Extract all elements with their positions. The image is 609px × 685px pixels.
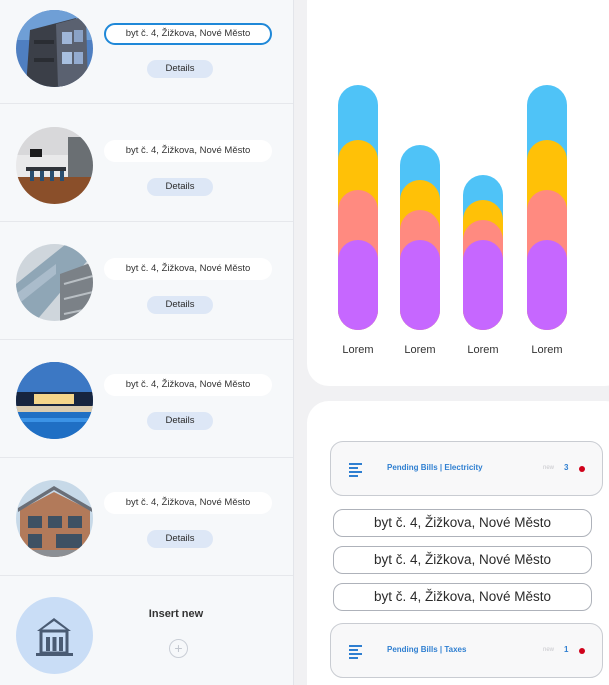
new-label: new <box>543 465 555 471</box>
bills-card: Pending Bills | Electricity new 3 byt č.… <box>307 401 609 685</box>
list-lines-icon <box>349 463 362 477</box>
property-list: byt č. 4, Žižkova, Nové Město Details by… <box>0 0 294 685</box>
property-item[interactable]: byt č. 4, Žižkova, Nové Město Details <box>0 0 293 104</box>
pending-bills-electricity[interactable]: Pending Bills | Electricity new 3 <box>330 441 603 496</box>
wooden-house-photo <box>16 480 93 557</box>
address-label[interactable]: byt č. 4, Žižkova, Nové Město <box>104 23 272 45</box>
bill-title: Pending Bills | Electricity <box>387 463 483 472</box>
stacked-bar-chart: Lorem Lorem Lorem Lorem <box>338 85 567 356</box>
address-label[interactable]: byt č. 4, Žižkova, Nové Město <box>104 374 272 396</box>
bar-segment <box>463 240 503 330</box>
details-button[interactable]: Details <box>147 412 213 430</box>
x-tick-label: Lorem <box>531 344 562 356</box>
chart-card: Lorem Lorem Lorem Lorem <box>307 0 609 386</box>
property-item[interactable]: byt č. 4, Žižkova, Nové Město Details <box>0 104 293 222</box>
x-tick-label: Lorem <box>467 344 498 356</box>
address-row[interactable]: byt č. 4, Žižkova, Nové Město <box>333 583 592 611</box>
address-label[interactable]: byt č. 4, Žižkova, Nové Město <box>104 140 272 162</box>
bill-title: Pending Bills | Taxes <box>387 645 467 654</box>
x-tick-label: Lorem <box>342 344 373 356</box>
details-button[interactable]: Details <box>147 60 213 78</box>
details-button[interactable]: Details <box>147 296 213 314</box>
bar-segment <box>527 240 567 330</box>
bar-segment <box>338 240 378 330</box>
details-button[interactable]: Details <box>147 178 213 196</box>
property-item[interactable]: byt č. 4, Žižkova, Nové Město Details <box>0 340 293 458</box>
details-button[interactable]: Details <box>147 530 213 548</box>
address-label[interactable]: byt č. 4, Žižkova, Nové Město <box>104 492 272 514</box>
status-dot <box>579 648 585 654</box>
x-tick-label: Lorem <box>404 344 435 356</box>
address-row[interactable]: byt č. 4, Žižkova, Nové Město <box>333 546 592 574</box>
address-row[interactable]: byt č. 4, Žižkova, Nové Město <box>333 509 592 537</box>
bar-segment <box>400 240 440 330</box>
list-lines-icon <box>349 645 362 659</box>
new-label: new <box>543 647 555 653</box>
interior-photo <box>16 127 93 204</box>
pending-bills-taxes[interactable]: Pending Bills | Taxes new 1 <box>330 623 603 678</box>
bill-count: 3 <box>564 463 569 472</box>
glass-facade-photo <box>16 244 93 321</box>
pool-villa-photo <box>16 362 93 439</box>
status-dot <box>579 466 585 472</box>
add-icon[interactable]: + <box>169 639 188 658</box>
house-icon[interactable] <box>16 597 93 674</box>
insert-new-label[interactable]: Insert new <box>120 608 232 620</box>
building-photo <box>16 10 93 87</box>
address-label[interactable]: byt č. 4, Žižkova, Nové Město <box>104 258 272 280</box>
property-item[interactable]: byt č. 4, Žižkova, Nové Město Details <box>0 458 293 576</box>
property-item[interactable]: byt č. 4, Žižkova, Nové Město Details <box>0 222 293 340</box>
bill-count: 1 <box>564 645 569 654</box>
